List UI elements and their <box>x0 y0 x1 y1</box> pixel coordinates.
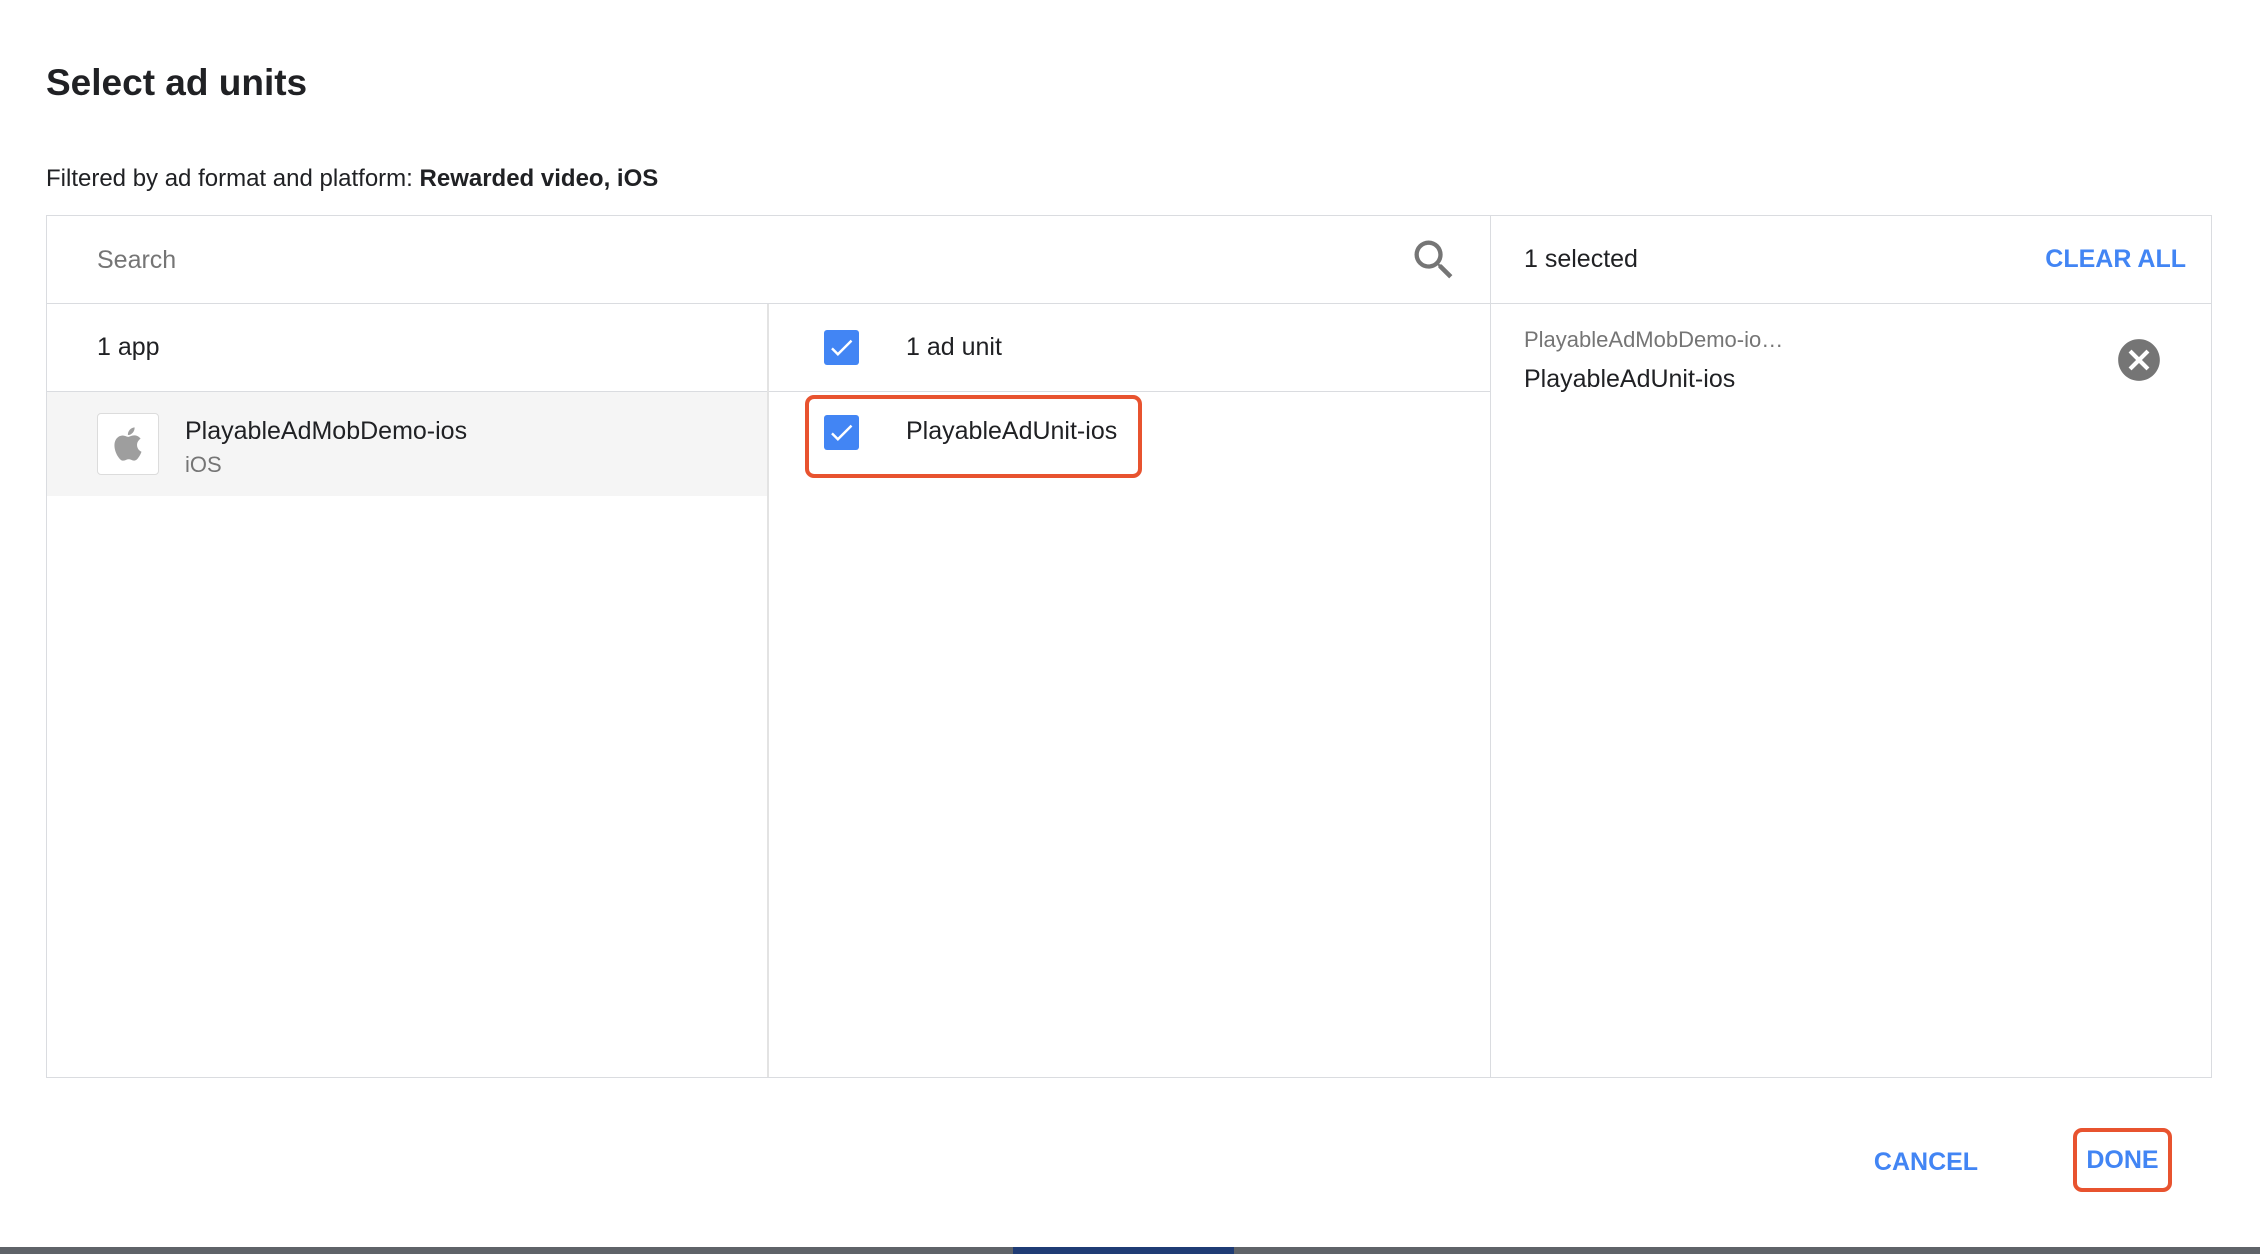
apple-icon <box>114 427 142 461</box>
apps-column-header: 1 app <box>47 304 767 392</box>
app-platform: iOS <box>185 452 222 477</box>
done-button[interactable]: DONE <box>2073 1128 2172 1192</box>
remove-selected-button[interactable] <box>2114 335 2164 385</box>
ad-unit-checkbox[interactable] <box>824 415 859 450</box>
filter-value: Rewarded video, iOS <box>419 165 659 192</box>
apps-count: 1 app <box>97 333 160 361</box>
cancel-button[interactable]: CANCEL <box>1856 1130 1996 1194</box>
ad-units-count: 1 ad unit <box>906 333 1002 361</box>
ad-unit-name: PlayableAdUnit-ios <box>906 417 1118 445</box>
clear-all-button[interactable]: CLEAR ALL <box>2045 241 2186 277</box>
ad-units-column-header: 1 ad unit <box>769 304 1490 392</box>
dialog-title: Select ad units <box>46 62 308 103</box>
close-circle-icon <box>2118 339 2160 381</box>
check-icon <box>831 339 853 356</box>
selected-header: 1 selected CLEAR ALL <box>1491 216 2211 304</box>
filter-description: Filtered by ad format and platform: Rewa… <box>46 164 658 194</box>
selected-item-ad-unit: PlayableAdUnit-ios <box>1524 365 1736 393</box>
filter-prefix: Filtered by ad format and platform: <box>46 165 413 192</box>
background-page-strip <box>0 1247 2260 1254</box>
background-page-button <box>1013 1247 1234 1254</box>
check-icon <box>831 424 853 441</box>
selected-column: PlayableAdMobDemo-io… PlayableAdUnit-ios <box>1491 304 2211 1077</box>
search-bar[interactable] <box>47 216 1491 304</box>
selected-list-item: PlayableAdMobDemo-io… PlayableAdUnit-ios <box>1491 304 2211 414</box>
app-icon <box>97 413 159 475</box>
ad-units-column: 1 ad unit PlayableAdUnit-ios <box>769 304 1491 1077</box>
selected-item-app: PlayableAdMobDemo-io… <box>1524 327 1784 352</box>
app-list-item[interactable]: PlayableAdMobDemo-ios iOS <box>47 392 767 496</box>
select-all-checkbox[interactable] <box>824 330 859 365</box>
apps-column: 1 app PlayableAdMobDemo-ios iOS <box>47 304 769 1077</box>
ad-unit-picker: 1 selected CLEAR ALL 1 app PlayableAdMob… <box>46 215 2212 1078</box>
ad-unit-list-item[interactable]: PlayableAdUnit-ios <box>769 392 1490 496</box>
selected-count: 1 selected <box>1524 245 1638 273</box>
search-icon <box>1414 240 1453 279</box>
app-name: PlayableAdMobDemo-ios <box>185 417 468 445</box>
search-input[interactable] <box>97 238 1377 282</box>
